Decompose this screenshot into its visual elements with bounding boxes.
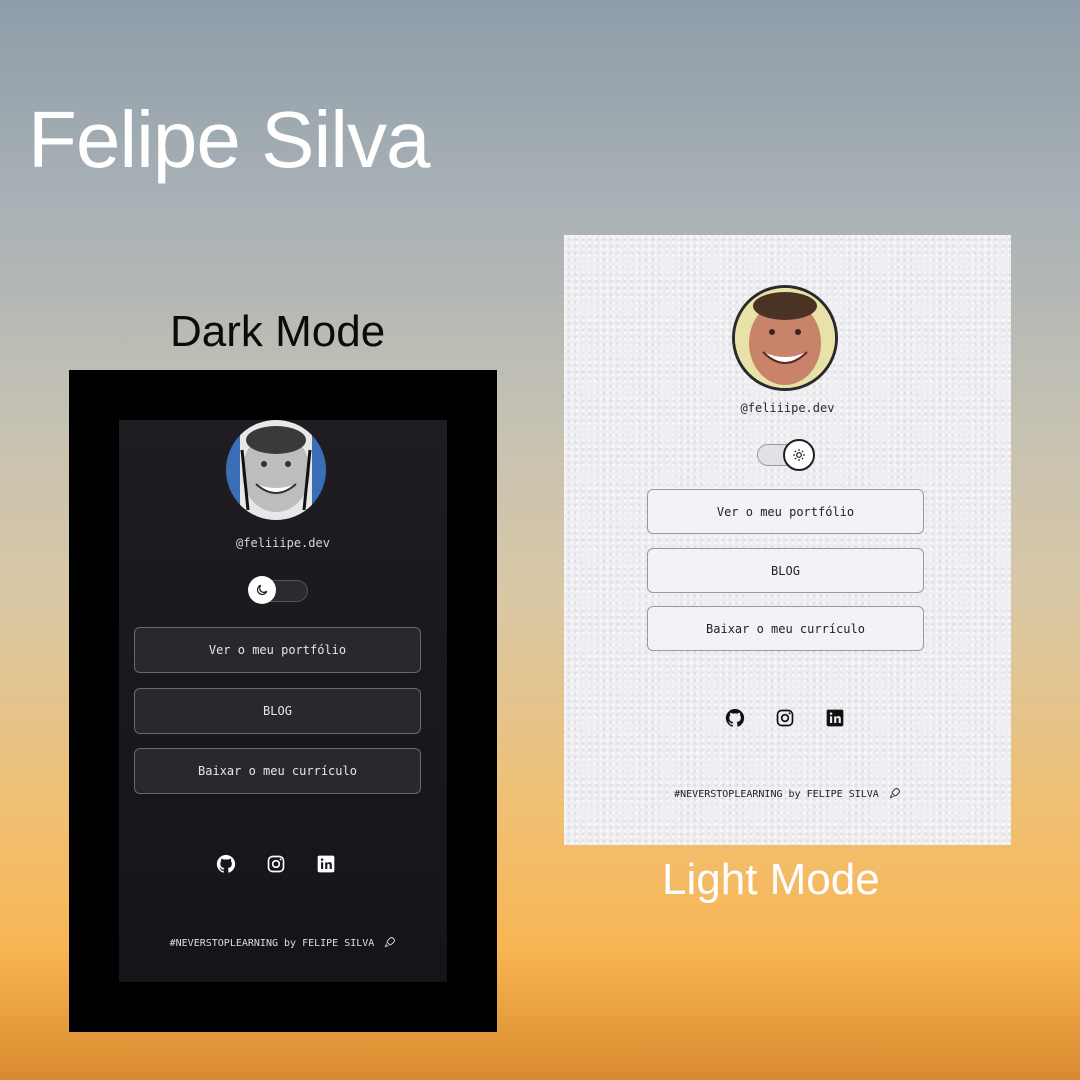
github-icon[interactable] [724, 707, 746, 729]
portfolio-button[interactable]: Ver o meu portfólio [134, 627, 421, 673]
profile-handle: @feliiipe.dev [236, 536, 330, 550]
rocket-icon [384, 936, 396, 951]
resume-button[interactable]: Baixar o meu currículo [134, 748, 421, 794]
dark-mode-label: Dark Mode [170, 307, 386, 356]
light-mode-label: Light Mode [662, 855, 880, 904]
dark-mode-screen: @feliiipe.dev Ver o meu portfólio BLOG B… [119, 420, 447, 982]
footer-text: #NEVERSTOPLEARNING by FELIPE SILVA [674, 789, 879, 800]
resume-button[interactable]: Baixar o meu currículo [647, 606, 924, 651]
linkedin-icon[interactable] [315, 853, 337, 875]
moon-icon [248, 576, 276, 604]
github-icon[interactable] [215, 853, 237, 875]
avatar [735, 288, 835, 388]
portfolio-button[interactable]: Ver o meu portfólio [647, 489, 924, 534]
avatar [226, 420, 326, 520]
footer-text: #NEVERSTOPLEARNING by FELIPE SILVA [169, 938, 375, 949]
profile-handle: @feliiipe.dev [740, 401, 835, 415]
footer: #NEVERSTOPLEARNING by FELIPE SILVA [564, 787, 1011, 802]
light-mode-mockup: @feliiipe.dev Ver o meu portfólio BLOG B… [564, 235, 1011, 845]
instagram-icon[interactable] [265, 853, 287, 875]
page-title: Felipe Silva [28, 95, 431, 184]
blog-button[interactable]: BLOG [647, 548, 924, 593]
social-links [724, 707, 846, 729]
footer: #NEVERSTOPLEARNING by FELIPE SILVA [119, 936, 447, 951]
social-links [215, 853, 337, 875]
linkedin-icon[interactable] [824, 707, 846, 729]
theme-toggle[interactable] [248, 576, 308, 604]
theme-toggle[interactable] [757, 439, 817, 471]
rocket-icon [889, 787, 901, 802]
dark-mode-mockup: @feliiipe.dev Ver o meu portfólio BLOG B… [69, 370, 497, 1032]
instagram-icon[interactable] [774, 707, 796, 729]
sun-icon [783, 439, 815, 471]
blog-button[interactable]: BLOG [134, 688, 421, 734]
